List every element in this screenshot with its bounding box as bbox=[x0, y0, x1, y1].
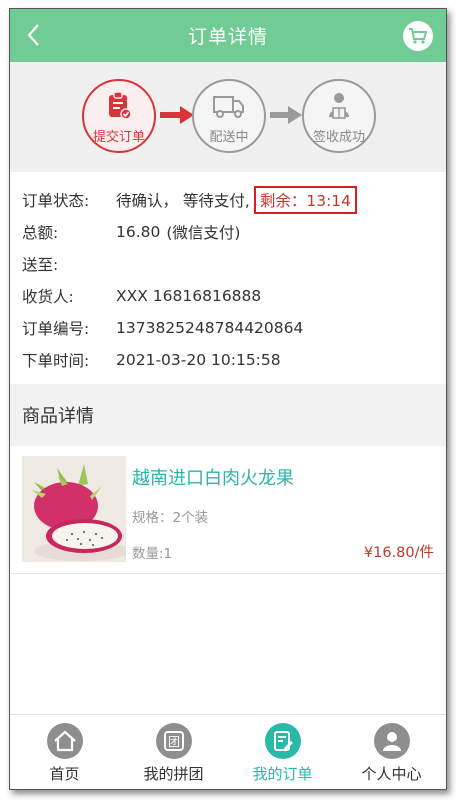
total-row: 总额: 16.80 (微信支付) bbox=[22, 220, 240, 244]
step-delivering: 配送中 bbox=[192, 79, 266, 153]
product-name[interactable]: 越南进口白肉火龙果 bbox=[132, 464, 294, 490]
receiver-value: XXX 16816816888 bbox=[116, 287, 262, 305]
step-submit-order: 提交订单 bbox=[82, 79, 156, 153]
cart-button[interactable] bbox=[403, 21, 433, 51]
phone-frame: 订单详情 提交订单 配送中 签收成功 订单状态: 待确认， 等待支付, 剩余：1… bbox=[9, 8, 447, 790]
truck-icon bbox=[213, 96, 244, 118]
order-info: 订单状态: 待确认， 等待支付, 剩余：13:14 总额: 16.80 (微信支… bbox=[10, 172, 446, 382]
order-time-value: 2021-03-20 10:15:58 bbox=[116, 351, 281, 369]
order-status-key: 订单状态: bbox=[22, 192, 90, 210]
step-label: 签收成功 bbox=[312, 130, 365, 145]
step-label: 提交订单 bbox=[92, 130, 145, 145]
tab-my-orders[interactable]: 我的订单 bbox=[228, 715, 337, 789]
step-signed: 签收成功 bbox=[302, 79, 376, 153]
tab-label: 我的订单 bbox=[252, 765, 313, 783]
total-value: 16.80 bbox=[116, 223, 161, 241]
product-spec: 规格：2个装 bbox=[132, 510, 209, 526]
order-number-key: 订单编号: bbox=[22, 320, 90, 338]
product-price: ¥16.80/件 bbox=[363, 545, 434, 561]
order-time-row: 下单时间: 2021-03-20 10:15:58 bbox=[22, 348, 281, 372]
receiver-row: 收货人: XXX 16816816888 bbox=[22, 284, 261, 308]
tab-profile[interactable]: 个人中心 bbox=[337, 715, 446, 789]
address-row: 送至: bbox=[22, 252, 116, 276]
header-bar: 订单详情 bbox=[10, 9, 446, 62]
tab-label: 我的拼团 bbox=[143, 765, 204, 783]
tab-label: 首页 bbox=[49, 765, 80, 783]
payment-method: (微信支付) bbox=[166, 224, 241, 242]
product-image bbox=[22, 456, 126, 562]
order-icon bbox=[264, 723, 301, 759]
total-key: 总额: bbox=[22, 224, 59, 242]
clipboard-check-icon bbox=[109, 91, 132, 120]
order-number-row: 订单编号: 1373825248784420864 bbox=[22, 316, 303, 340]
svg-text:团: 团 bbox=[167, 735, 179, 749]
content-spacer bbox=[10, 574, 446, 716]
back-button[interactable] bbox=[20, 20, 50, 50]
page-title: 订单详情 bbox=[187, 26, 268, 48]
tab-label: 个人中心 bbox=[361, 765, 422, 783]
product-section-title: 商品详情 bbox=[10, 384, 446, 446]
tab-home[interactable]: 首页 bbox=[10, 715, 119, 789]
cart-icon bbox=[409, 28, 428, 44]
step-label: 配送中 bbox=[209, 130, 249, 145]
order-progress: 提交订单 配送中 签收成功 bbox=[10, 62, 446, 172]
arrow-right-icon bbox=[160, 106, 194, 124]
order-status-value: 待确认， 等待支付, bbox=[116, 192, 250, 210]
tab-group-buy[interactable]: 团 我的拼团 bbox=[119, 715, 228, 789]
arrow-right-icon bbox=[270, 106, 302, 124]
address-key: 送至: bbox=[22, 256, 59, 274]
product-quantity: 数量:1 bbox=[132, 546, 173, 562]
order-time-key: 下单时间: bbox=[22, 352, 90, 370]
group-icon: 团 bbox=[155, 723, 192, 759]
remaining-time-badge: 剩余：13:14 bbox=[253, 186, 358, 214]
order-status-row: 订单状态: 待确认， 等待支付, 剩余：13:14 bbox=[22, 186, 358, 214]
home-icon bbox=[46, 723, 83, 759]
product-item[interactable]: 越南进口白肉火龙果 规格：2个装 数量:1 ¥16.80/件 bbox=[10, 446, 446, 574]
order-number-value: 1373825248784420864 bbox=[116, 319, 304, 337]
bottom-tabbar: 首页 团 我的拼团 我的订单 个人中心 bbox=[10, 714, 446, 789]
receive-package-icon bbox=[329, 93, 349, 119]
chevron-left-icon bbox=[27, 24, 39, 46]
receiver-key: 收货人: bbox=[22, 288, 74, 306]
user-icon bbox=[373, 723, 410, 759]
